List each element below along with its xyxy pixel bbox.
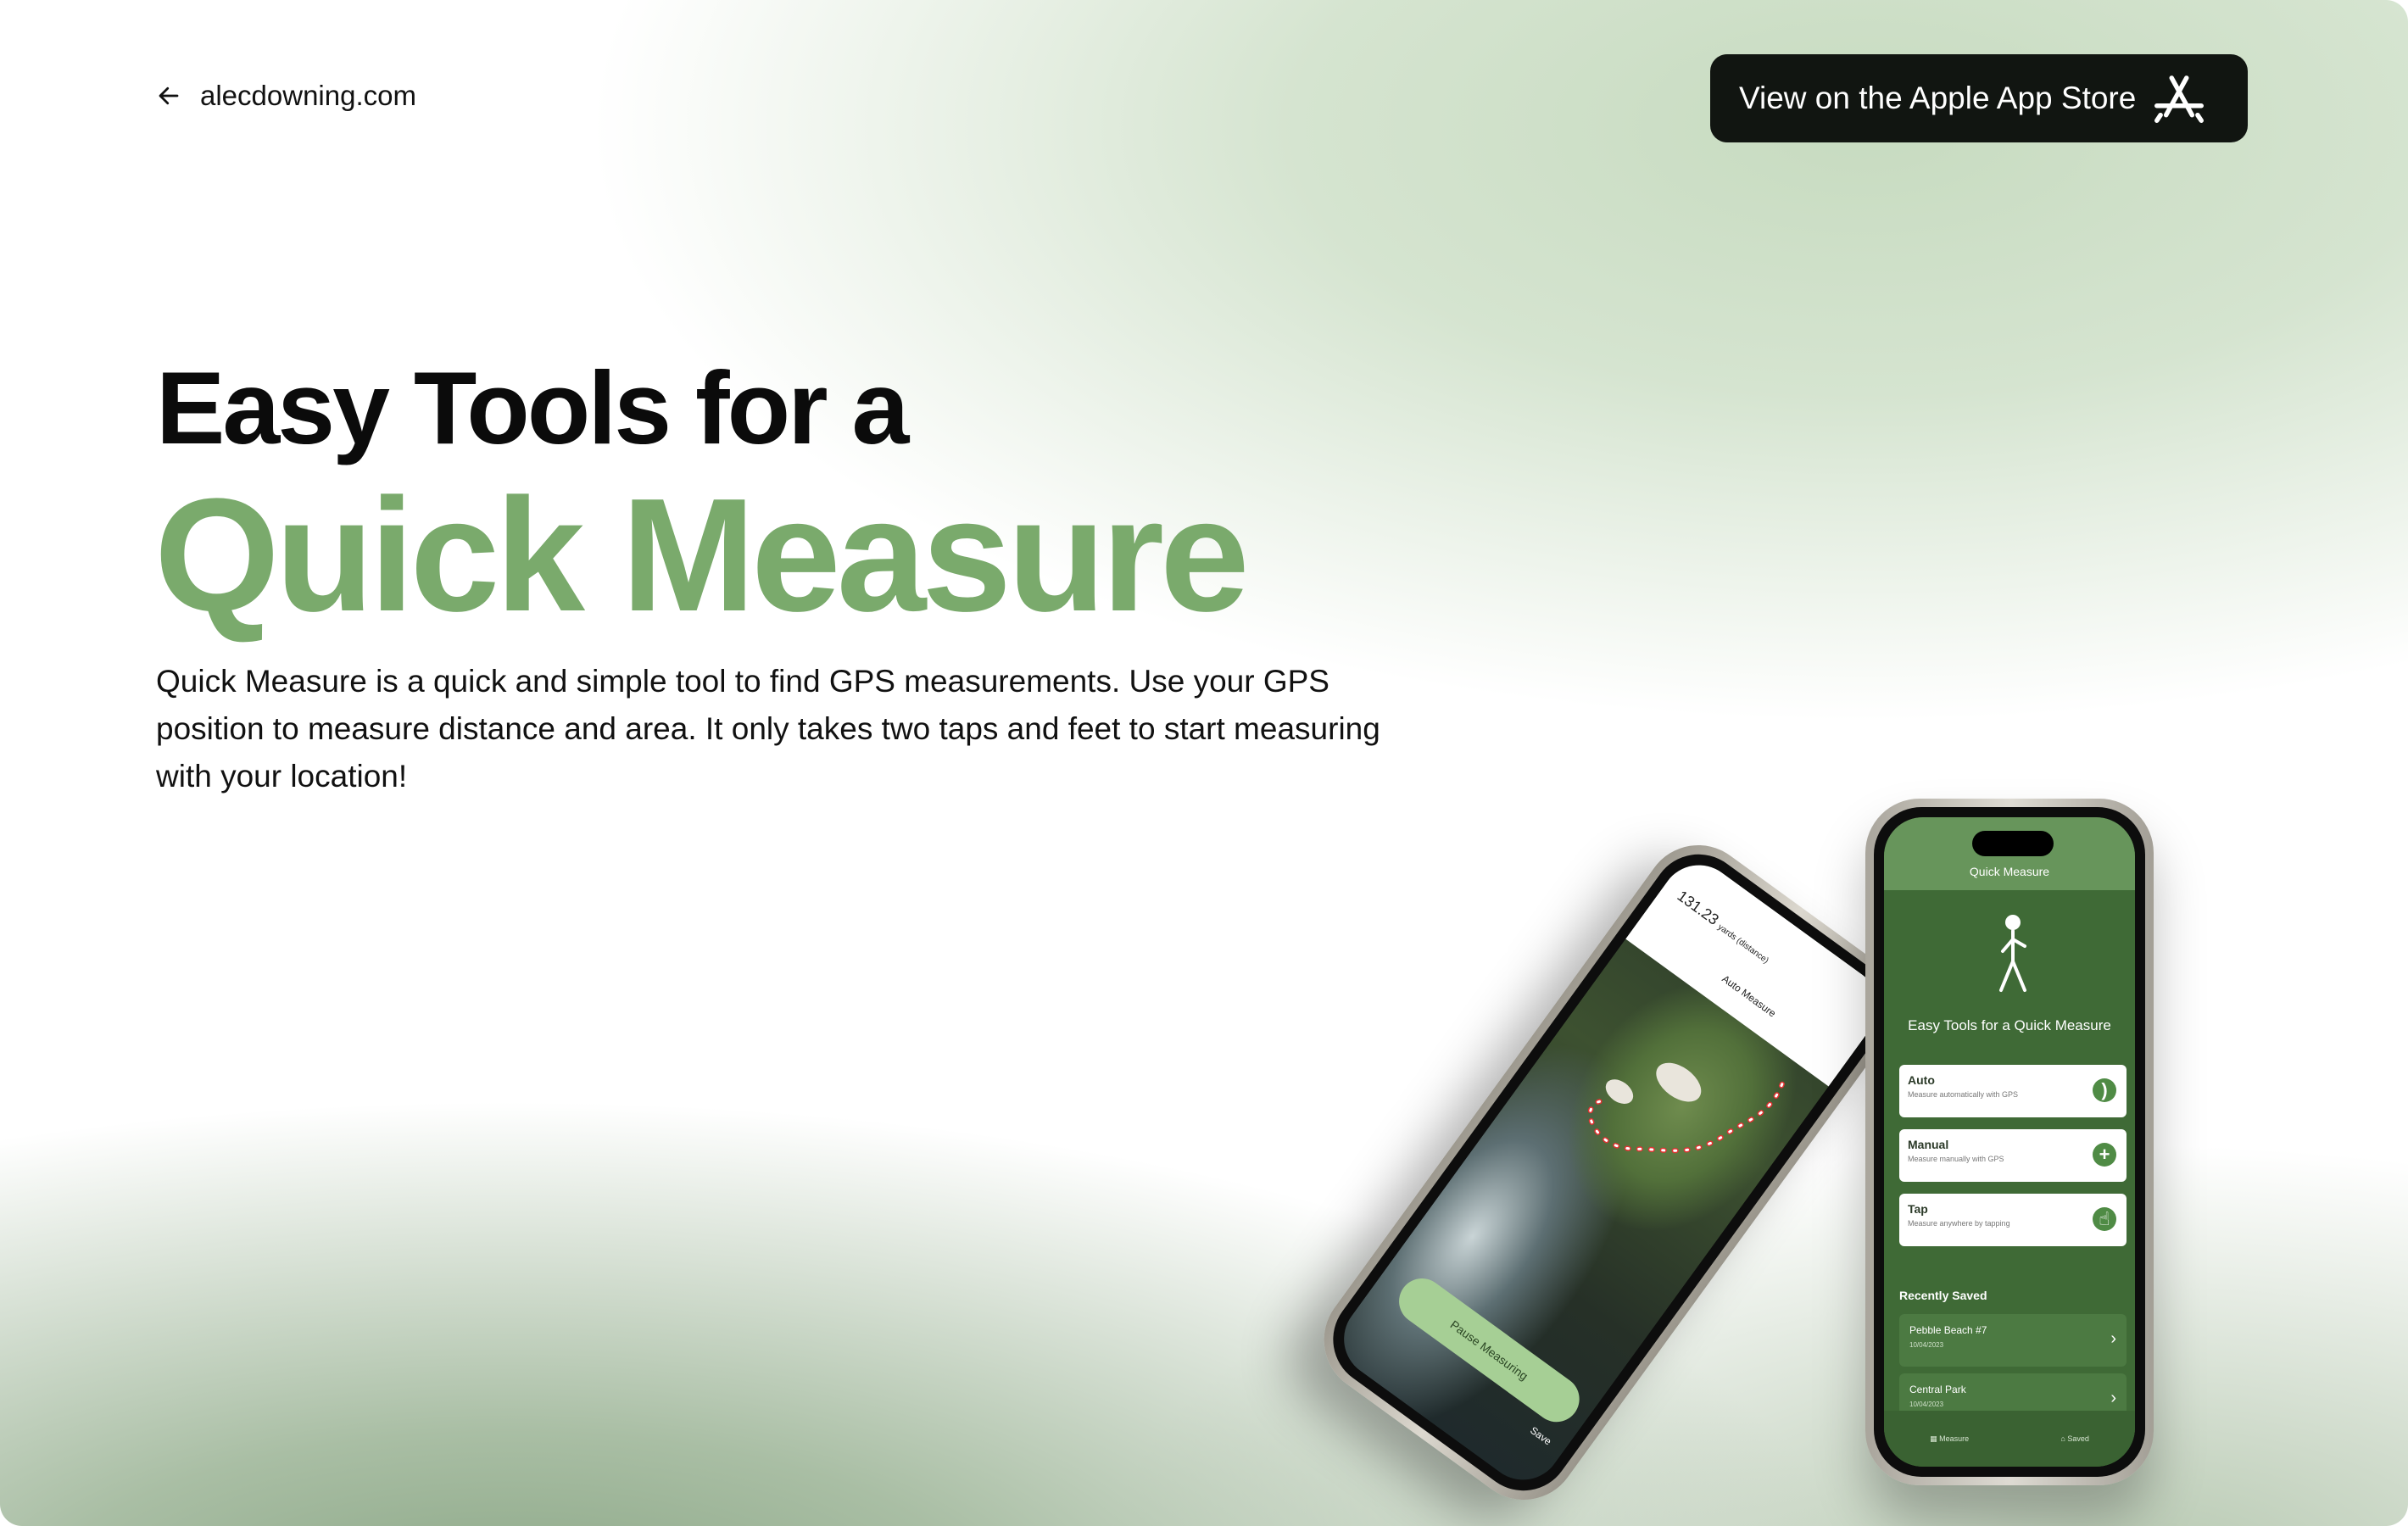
recent-title: Pebble Beach #7 <box>1909 1324 1987 1336</box>
app-store-icon <box>2154 75 2204 123</box>
bookmark-icon: ⌂ <box>2060 1434 2065 1443</box>
mode-card-manual[interactable]: Manual Measure manually with GPS + <box>1899 1129 2127 1182</box>
mode-subtitle: Measure manually with GPS <box>1908 1155 2004 1163</box>
mode-title: Tap <box>1908 1202 1928 1216</box>
home-header-title: Quick Measure <box>1969 865 2050 878</box>
app-store-button-label: View on the Apple App Store <box>1739 81 2137 115</box>
pause-measuring-button[interactable]: Pause Measuring <box>1390 1269 1589 1431</box>
pause-measuring-label: Pause Measuring <box>1447 1317 1531 1384</box>
map-mode-title: Auto Measure <box>1720 972 1779 1020</box>
tab-measure[interactable]: ▦ Measure <box>1930 1434 1969 1444</box>
recent-date: 10/04/2023 <box>1909 1341 1944 1349</box>
mode-card-auto[interactable]: Auto Measure automatically with GPS ) <box>1899 1065 2127 1117</box>
tap-hand-icon: ☝ <box>2093 1207 2116 1231</box>
phone-home-mockup: Quick Measure Easy Tools for a Quick Mea… <box>1865 799 2154 1485</box>
tab-measure-label: Measure <box>1939 1434 1970 1443</box>
mode-subtitle: Measure automatically with GPS <box>1908 1090 2019 1099</box>
tab-saved[interactable]: ⌂ Saved <box>2060 1434 2088 1443</box>
recently-saved-label: Recently Saved <box>1899 1289 1987 1302</box>
recent-title: Central Park <box>1909 1384 1966 1395</box>
map-screen: 131.23 yards (distance) Auto Measure Pau… <box>1328 849 1894 1495</box>
chevron-right-icon: › <box>2110 1389 2116 1407</box>
back-link[interactable]: alecdowning.com <box>156 80 416 112</box>
map-icon: ▦ <box>1930 1434 1937 1443</box>
recent-item[interactable]: Pebble Beach #7 10/04/2023 › <box>1899 1314 2127 1367</box>
tab-saved-label: Saved <box>2067 1434 2089 1443</box>
page-background: alecdowning.com View on the Apple App St… <box>0 0 2408 1526</box>
phone-map-mockup: 131.23 yards (distance) Auto Measure Pau… <box>1302 821 1920 1522</box>
mode-title: Manual <box>1908 1138 1949 1151</box>
mode-card-tap[interactable]: Tap Measure anywhere by tapping ☝ <box>1899 1194 2127 1246</box>
dynamic-island <box>1972 831 2054 856</box>
tab-bar: ▦ Measure ⌂ Saved <box>1884 1411 2135 1467</box>
hero-description: Quick Measure is a quick and simple tool… <box>156 664 1380 794</box>
hero-title-line1: Easy Tools for a <box>156 350 909 465</box>
mode-title: Auto <box>1908 1073 1935 1087</box>
walking-person-icon <box>1999 915 2026 992</box>
recent-date: 10/04/2023 <box>1909 1401 1944 1408</box>
hero-title-line2: Quick Measure <box>154 465 1250 645</box>
chevron-right-icon: › <box>2110 1329 2116 1348</box>
back-link-label: alecdowning.com <box>200 80 416 111</box>
distance-value: 131.23 yards (distance) <box>1674 887 1770 966</box>
home-screen: Quick Measure Easy Tools for a Quick Mea… <box>1884 817 2135 1467</box>
app-store-button[interactable]: View on the Apple App Store <box>1710 54 2248 142</box>
plus-icon: + <box>2093 1143 2116 1167</box>
phone-frame: 131.23 yards (distance) Auto Measure Pau… <box>1302 823 1920 1522</box>
arrow-left-icon <box>159 86 179 105</box>
home-tagline: Easy Tools for a Quick Measure <box>1908 1017 2111 1033</box>
save-label: Save <box>1528 1423 1554 1448</box>
mode-subtitle: Measure anywhere by tapping <box>1908 1219 2010 1228</box>
gps-signal-icon: ) <box>2093 1078 2116 1102</box>
save-button[interactable]: Save <box>1528 1424 1553 1447</box>
